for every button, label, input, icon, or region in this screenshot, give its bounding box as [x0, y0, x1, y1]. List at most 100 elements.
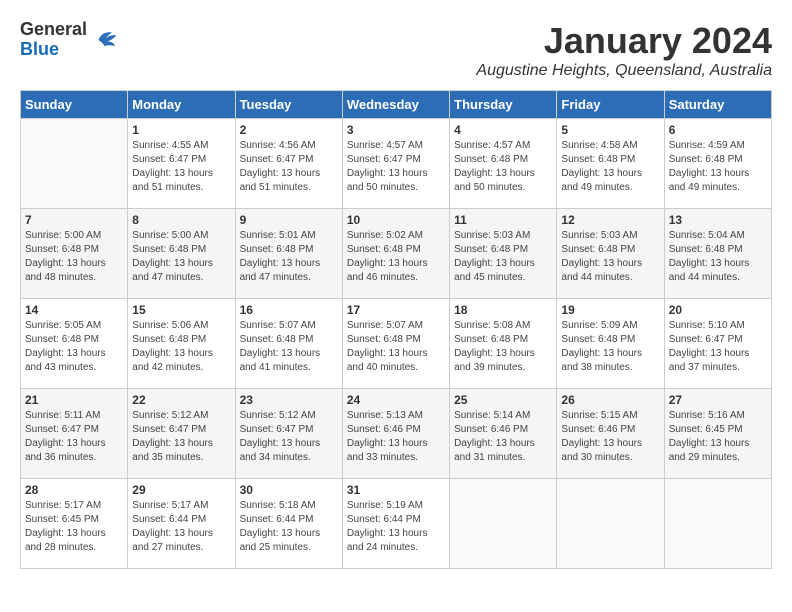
day-info: Sunrise: 5:03 AMSunset: 6:48 PMDaylight:… — [454, 230, 535, 283]
calendar-week-row: 28Sunrise: 5:17 AMSunset: 6:45 PMDayligh… — [21, 479, 772, 569]
day-number: 17 — [347, 303, 445, 317]
day-info: Sunrise: 5:06 AMSunset: 6:48 PMDaylight:… — [132, 320, 213, 373]
day-number: 1 — [132, 123, 230, 137]
calendar-cell: 1Sunrise: 4:55 AMSunset: 6:47 PMDaylight… — [128, 119, 235, 209]
calendar-cell: 10 Sunrise: 5:02 AMSunset: 6:48 PMDayligh… — [342, 209, 449, 299]
day-number: 20 — [669, 303, 767, 317]
logo-general-text: General — [20, 20, 87, 40]
calendar-week-row: 7 Sunrise: 5:00 AMSunset: 6:48 PMDaylight… — [21, 209, 772, 299]
day-info: Sunrise: 5:17 AMSunset: 6:44 PMDaylight:… — [132, 500, 213, 553]
day-number: 26 — [561, 393, 659, 407]
calendar-cell: 9Sunrise: 5:01 AMSunset: 6:48 PMDaylight… — [235, 209, 342, 299]
calendar-cell: 30 Sunrise: 5:18 AMSunset: 6:44 PMDayligh… — [235, 479, 342, 569]
day-info: Sunrise: 5:03 AMSunset: 6:48 PMDaylight:… — [561, 230, 642, 283]
calendar-cell — [21, 119, 128, 209]
calendar-cell: 14 Sunrise: 5:05 AMSunset: 6:48 PMDayligh… — [21, 299, 128, 389]
calendar-cell: 19 Sunrise: 5:09 AMSunset: 6:48 PMDayligh… — [557, 299, 664, 389]
title-section: January 2024 Augustine Heights, Queensla… — [476, 20, 772, 80]
day-number: 3 — [347, 123, 445, 137]
calendar-cell: 23 Sunrise: 5:12 AMSunset: 6:47 PMDayligh… — [235, 389, 342, 479]
calendar-cell: 16 Sunrise: 5:07 AMSunset: 6:48 PMDayligh… — [235, 299, 342, 389]
calendar-cell — [557, 479, 664, 569]
day-number: 7 — [25, 213, 123, 227]
calendar-cell: 28Sunrise: 5:17 AMSunset: 6:45 PMDayligh… — [21, 479, 128, 569]
day-info: Sunrise: 4:57 AMSunset: 6:48 PMDaylight:… — [454, 140, 535, 193]
day-number: 22 — [132, 393, 230, 407]
day-info: Sunrise: 5:16 AMSunset: 6:45 PMDaylight:… — [669, 410, 750, 463]
calendar-cell: 22 Sunrise: 5:12 AMSunset: 6:47 PMDayligh… — [128, 389, 235, 479]
calendar-header-wednesday: Wednesday — [342, 91, 449, 119]
day-number: 29 — [132, 483, 230, 497]
logo: General Blue — [20, 20, 121, 60]
calendar-cell: 6 Sunrise: 4:59 AMSunset: 6:48 PMDaylight… — [664, 119, 771, 209]
calendar-cell: 15 Sunrise: 5:06 AMSunset: 6:48 PMDayligh… — [128, 299, 235, 389]
calendar-header-monday: Monday — [128, 91, 235, 119]
day-number: 11 — [454, 213, 552, 227]
day-info: Sunrise: 5:14 AMSunset: 6:46 PMDaylight:… — [454, 410, 535, 463]
day-info: Sunrise: 4:57 AMSunset: 6:47 PMDaylight:… — [347, 140, 428, 193]
day-info: Sunrise: 5:05 AMSunset: 6:48 PMDaylight:… — [25, 320, 106, 373]
day-info: Sunrise: 5:18 AMSunset: 6:44 PMDaylight:… — [240, 500, 321, 553]
calendar-cell: 17 Sunrise: 5:07 AMSunset: 6:48 PMDayligh… — [342, 299, 449, 389]
day-info: Sunrise: 4:56 AMSunset: 6:47 PMDaylight:… — [240, 140, 321, 193]
calendar-cell: 5Sunrise: 4:58 AMSunset: 6:48 PMDaylight… — [557, 119, 664, 209]
calendar-cell: 11 Sunrise: 5:03 AMSunset: 6:48 PMDayligh… — [450, 209, 557, 299]
calendar-week-row: 14 Sunrise: 5:05 AMSunset: 6:48 PMDayligh… — [21, 299, 772, 389]
calendar-cell: 21 Sunrise: 5:11 AMSunset: 6:47 PMDayligh… — [21, 389, 128, 479]
day-info: Sunrise: 5:07 AMSunset: 6:48 PMDaylight:… — [240, 320, 321, 373]
day-number: 31 — [347, 483, 445, 497]
day-number: 23 — [240, 393, 338, 407]
day-number: 30 — [240, 483, 338, 497]
day-number: 15 — [132, 303, 230, 317]
calendar-cell: 2Sunrise: 4:56 AMSunset: 6:47 PMDaylight… — [235, 119, 342, 209]
day-info: Sunrise: 5:12 AMSunset: 6:47 PMDaylight:… — [240, 410, 321, 463]
day-info: Sunrise: 5:09 AMSunset: 6:48 PMDaylight:… — [561, 320, 642, 373]
calendar-cell: 24 Sunrise: 5:13 AMSunset: 6:46 PMDayligh… — [342, 389, 449, 479]
day-number: 21 — [25, 393, 123, 407]
day-info: Sunrise: 5:19 AMSunset: 6:44 PMDaylight:… — [347, 500, 428, 553]
month-title: January 2024 — [476, 20, 772, 62]
day-info: Sunrise: 4:58 AMSunset: 6:48 PMDaylight:… — [561, 140, 642, 193]
day-info: Sunrise: 5:13 AMSunset: 6:46 PMDaylight:… — [347, 410, 428, 463]
header-section: General Blue January 2024 Augustine Heig… — [20, 20, 772, 80]
calendar-header-friday: Friday — [557, 91, 664, 119]
calendar-cell: 3 Sunrise: 4:57 AMSunset: 6:47 PMDaylight… — [342, 119, 449, 209]
day-number: 12 — [561, 213, 659, 227]
day-info: Sunrise: 5:07 AMSunset: 6:48 PMDaylight:… — [347, 320, 428, 373]
calendar-week-row: 21 Sunrise: 5:11 AMSunset: 6:47 PMDayligh… — [21, 389, 772, 479]
day-info: Sunrise: 5:12 AMSunset: 6:47 PMDaylight:… — [132, 410, 213, 463]
calendar-header-saturday: Saturday — [664, 91, 771, 119]
day-number: 19 — [561, 303, 659, 317]
calendar-cell: 4 Sunrise: 4:57 AMSunset: 6:48 PMDaylight… — [450, 119, 557, 209]
calendar-table: SundayMondayTuesdayWednesdayThursdayFrid… — [20, 90, 772, 569]
calendar-cell: 27 Sunrise: 5:16 AMSunset: 6:45 PMDayligh… — [664, 389, 771, 479]
calendar-cell: 29 Sunrise: 5:17 AMSunset: 6:44 PMDayligh… — [128, 479, 235, 569]
day-number: 28 — [25, 483, 123, 497]
calendar-header-tuesday: Tuesday — [235, 91, 342, 119]
day-info: Sunrise: 5:11 AMSunset: 6:47 PMDaylight:… — [25, 410, 106, 463]
calendar-cell: 26Sunrise: 5:15 AMSunset: 6:46 PMDayligh… — [557, 389, 664, 479]
day-number: 13 — [669, 213, 767, 227]
calendar-cell: 25 Sunrise: 5:14 AMSunset: 6:46 PMDayligh… — [450, 389, 557, 479]
calendar-header-thursday: Thursday — [450, 91, 557, 119]
calendar-cell: 12 Sunrise: 5:03 AMSunset: 6:48 PMDayligh… — [557, 209, 664, 299]
day-info: Sunrise: 5:01 AMSunset: 6:48 PMDaylight:… — [240, 230, 321, 283]
day-info: Sunrise: 4:59 AMSunset: 6:48 PMDaylight:… — [669, 140, 750, 193]
calendar-cell — [450, 479, 557, 569]
day-number: 24 — [347, 393, 445, 407]
day-number: 16 — [240, 303, 338, 317]
calendar-cell: 18Sunrise: 5:08 AMSunset: 6:48 PMDayligh… — [450, 299, 557, 389]
day-number: 27 — [669, 393, 767, 407]
calendar-cell: 20Sunrise: 5:10 AMSunset: 6:47 PMDayligh… — [664, 299, 771, 389]
calendar-cell — [664, 479, 771, 569]
day-number: 25 — [454, 393, 552, 407]
calendar-week-row: 1Sunrise: 4:55 AMSunset: 6:47 PMDaylight… — [21, 119, 772, 209]
day-info: Sunrise: 5:00 AMSunset: 6:48 PMDaylight:… — [132, 230, 213, 283]
day-number: 14 — [25, 303, 123, 317]
day-number: 4 — [454, 123, 552, 137]
logo-blue-text: Blue — [20, 40, 87, 60]
location-title: Augustine Heights, Queensland, Australia — [476, 62, 772, 80]
day-info: Sunrise: 5:02 AMSunset: 6:48 PMDaylight:… — [347, 230, 428, 283]
day-number: 6 — [669, 123, 767, 137]
day-number: 10 — [347, 213, 445, 227]
